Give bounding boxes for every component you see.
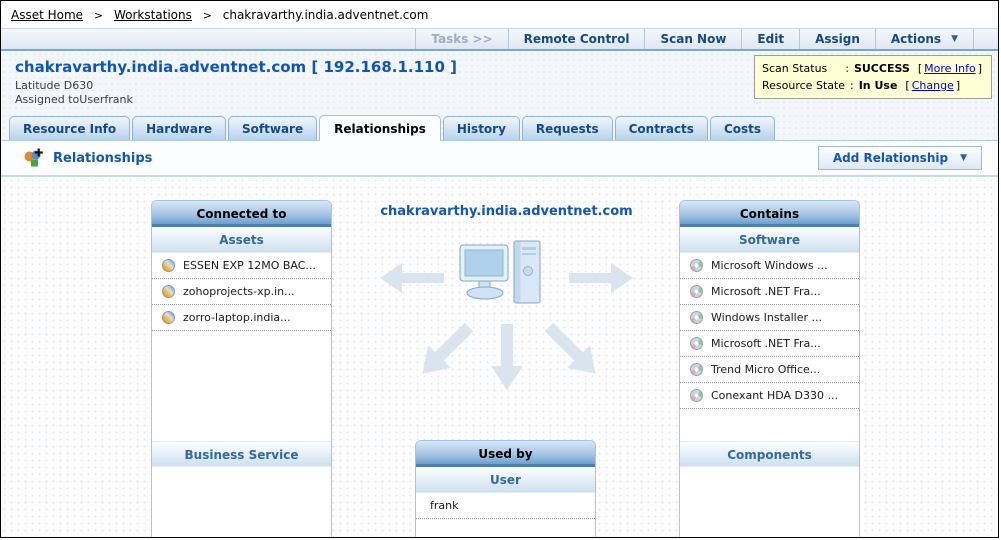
scan-status-row: Scan Status : SUCCESS [ More Info ] bbox=[762, 60, 984, 77]
relationships-section-header: Relationships Add Relationship ▼ bbox=[1, 141, 998, 177]
resource-state-label: Resource State bbox=[762, 79, 846, 92]
tab-contracts[interactable]: Contracts bbox=[614, 116, 708, 140]
list-item-user[interactable]: frank bbox=[416, 493, 595, 519]
diagram-center-title: chakravarthy.india.adventnet.com bbox=[380, 204, 633, 219]
connected-to-header: Connected to bbox=[152, 201, 331, 227]
tab-hardware[interactable]: Hardware bbox=[132, 116, 227, 140]
edit-button[interactable]: Edit bbox=[741, 29, 799, 49]
list-item-label: Trend Micro Office... bbox=[711, 363, 821, 376]
tab-requests[interactable]: Requests bbox=[521, 116, 613, 140]
list-item-label: Conexant HDA D330 ... bbox=[711, 389, 839, 402]
actions-label: Actions bbox=[890, 32, 942, 46]
contains-panel: Contains Software Microsoft Windows ... … bbox=[679, 200, 860, 537]
list-item-label: zohoprojects-xp.in... bbox=[183, 285, 295, 298]
more-info-link[interactable]: More Info bbox=[924, 60, 976, 77]
section-title: Relationships bbox=[53, 150, 153, 166]
bracket: ] bbox=[977, 62, 982, 75]
remote-control-button[interactable]: Remote Control bbox=[507, 29, 645, 49]
list-item-asset[interactable]: zorro-laptop.india... bbox=[152, 305, 331, 331]
software-icon bbox=[690, 285, 703, 298]
scan-status-label: Scan Status bbox=[762, 62, 828, 75]
arrow-left-icon bbox=[380, 263, 444, 293]
scan-status-box: Scan Status : SUCCESS [ More Info ] Reso… bbox=[754, 55, 992, 99]
tab-relationships[interactable]: Relationships bbox=[319, 115, 441, 141]
tab-bar: Resource Info Hardware Software Relation… bbox=[1, 113, 998, 141]
asset-details-page: Asset Home > Workstations > chakravarthy… bbox=[0, 0, 999, 538]
software-icon bbox=[690, 311, 703, 324]
assign-button[interactable]: Assign bbox=[799, 29, 875, 49]
asset-icon bbox=[162, 285, 175, 298]
arrow-right-icon bbox=[569, 263, 633, 293]
arrow-down-left-icon bbox=[422, 322, 474, 374]
arrow-down-icon bbox=[491, 324, 523, 390]
list-item-software[interactable]: Microsoft .NET Fra... bbox=[680, 331, 859, 357]
tasks-button: Tasks >> bbox=[415, 29, 507, 49]
relationships-icon bbox=[24, 148, 43, 167]
software-icon bbox=[690, 363, 703, 376]
breadcrumb-separator: > bbox=[93, 9, 104, 22]
relationship-diagram: Connected to Assets ESSEN EXP 12MO BAC..… bbox=[1, 177, 998, 537]
add-relationship-label: Add Relationship bbox=[832, 151, 949, 165]
breadcrumb-workstations[interactable]: Workstations bbox=[114, 8, 192, 22]
software-icon bbox=[690, 337, 703, 350]
list-item-asset[interactable]: ESSEN EXP 12MO BAC... bbox=[152, 253, 331, 279]
bracket: [ bbox=[905, 79, 910, 92]
list-item-label: Microsoft Windows ... bbox=[711, 259, 828, 272]
used-by-panel: Used by User frank bbox=[415, 440, 596, 537]
asset-icon bbox=[162, 311, 175, 324]
tab-software[interactable]: Software bbox=[228, 116, 318, 140]
list-item-label: ESSEN EXP 12MO BAC... bbox=[183, 259, 316, 272]
chevron-down-icon: ▼ bbox=[960, 153, 967, 163]
list-item-asset[interactable]: zohoprojects-xp.in... bbox=[152, 279, 331, 305]
breadcrumb-current: chakravarthy.india.adventnet.com bbox=[222, 8, 429, 22]
list-item-software[interactable]: Windows Installer ... bbox=[680, 305, 859, 331]
arrow-down-right-icon bbox=[544, 322, 596, 374]
bracket: ] bbox=[955, 79, 961, 92]
list-item-software[interactable]: Microsoft .NET Fra... bbox=[680, 279, 859, 305]
list-item-software[interactable]: Trend Micro Office... bbox=[680, 357, 859, 383]
breadcrumb-separator: > bbox=[202, 9, 212, 22]
used-by-header: Used by bbox=[416, 441, 595, 467]
actions-menu-button[interactable]: Actions ▼ bbox=[874, 29, 974, 49]
list-item-label: frank bbox=[430, 499, 459, 512]
change-state-link[interactable]: Change bbox=[912, 77, 954, 94]
group-header-assets: Assets bbox=[152, 227, 331, 253]
list-item-label: zorro-laptop.india... bbox=[183, 311, 291, 324]
colon: : bbox=[845, 62, 849, 75]
breadcrumb-asset-home[interactable]: Asset Home bbox=[11, 8, 83, 22]
list-item-software[interactable]: Microsoft Windows ... bbox=[680, 253, 859, 279]
chevron-down-icon: ▼ bbox=[951, 34, 958, 44]
computer-icon bbox=[456, 237, 556, 319]
group-header-software: Software bbox=[680, 227, 859, 253]
tab-resource-info[interactable]: Resource Info bbox=[9, 116, 131, 140]
contains-header: Contains bbox=[680, 201, 859, 227]
group-header-business-service: Business Service bbox=[152, 441, 331, 467]
list-item-label: Windows Installer ... bbox=[711, 311, 822, 324]
group-header-user: User bbox=[416, 467, 595, 493]
group-header-components: Components bbox=[680, 441, 859, 467]
tab-history[interactable]: History bbox=[442, 116, 520, 140]
asset-header: chakravarthy.india.adventnet.com [ 192.1… bbox=[1, 51, 998, 113]
add-relationship-button[interactable]: Add Relationship ▼ bbox=[817, 146, 982, 170]
list-item-label: Microsoft .NET Fra... bbox=[711, 337, 821, 350]
asset-toolbar: Tasks >> Remote Control Scan Now Edit As… bbox=[1, 28, 998, 51]
resource-state-row: Resource State : In Use [ Change ] bbox=[762, 77, 984, 94]
software-icon bbox=[690, 389, 703, 402]
scan-status-value: SUCCESS bbox=[853, 62, 910, 75]
asset-icon bbox=[162, 259, 175, 272]
bracket: [ bbox=[917, 62, 923, 75]
resource-state-value: In Use bbox=[858, 79, 898, 92]
connected-to-panel: Connected to Assets ESSEN EXP 12MO BAC..… bbox=[151, 200, 332, 537]
scan-now-button[interactable]: Scan Now bbox=[644, 29, 741, 49]
colon: : bbox=[850, 79, 854, 92]
tab-costs[interactable]: Costs bbox=[709, 116, 776, 140]
list-item-label: Microsoft .NET Fra... bbox=[711, 285, 821, 298]
list-item-software[interactable]: Conexant HDA D330 ... bbox=[680, 383, 859, 409]
software-icon bbox=[690, 259, 703, 272]
breadcrumb: Asset Home > Workstations > chakravarthy… bbox=[1, 1, 998, 28]
